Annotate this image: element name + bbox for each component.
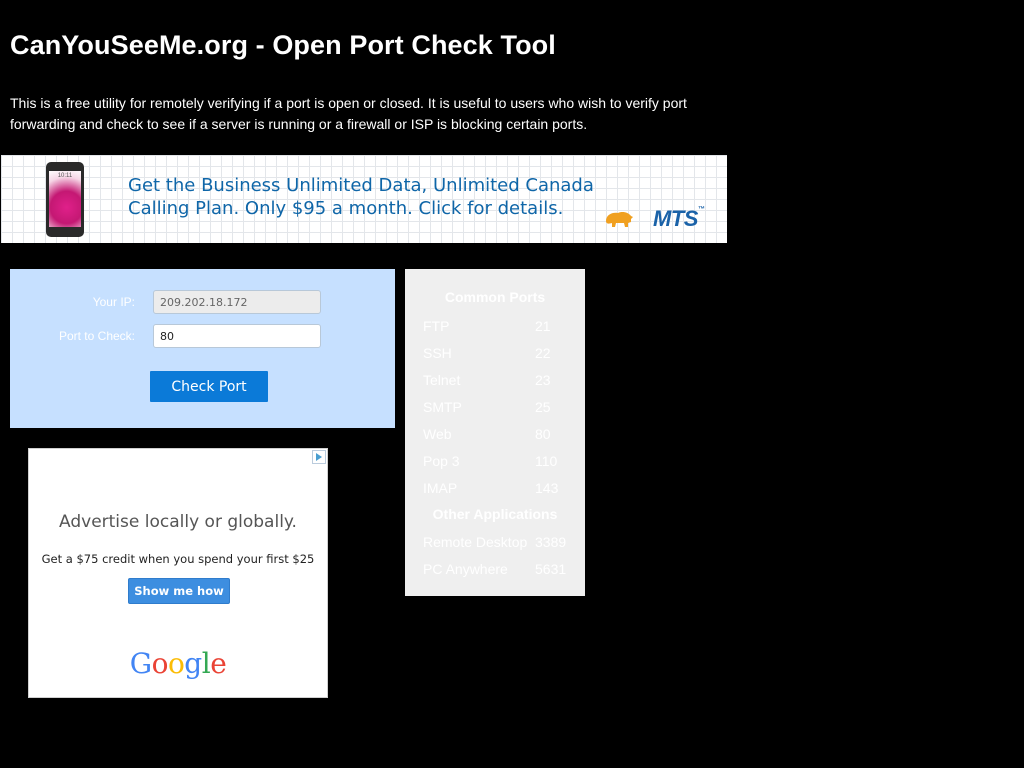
port-label: Port to Check:: [58, 329, 135, 343]
google-logo: Google: [129, 647, 227, 680]
port-row: Port to Check:: [10, 324, 395, 350]
port-input[interactable]: [153, 324, 321, 348]
page-title: CanYouSeeMe.org - Open Port Check Tool: [10, 30, 556, 60]
phone-image: 10:11: [46, 162, 84, 237]
port-number-telnet: 23: [535, 372, 551, 388]
ip-label: Your IP:: [92, 295, 135, 309]
port-name-ftp: FTP: [423, 318, 450, 334]
port-name-smtp: SMTP: [423, 399, 462, 415]
port-number-smtp: 25: [535, 399, 551, 415]
bison-logo: [606, 212, 633, 227]
port-name-ssh: SSH: [423, 345, 452, 361]
banner-ad-text: Get the Business Unlimited Data, Unlimit…: [128, 174, 594, 220]
banner-ad-line1: Get the Business Unlimited Data, Unlimit…: [128, 175, 594, 196]
banner-ad[interactable]: 10:11 Get the Business Unlimited Data, U…: [1, 155, 727, 243]
port-number-ssh: 22: [535, 345, 551, 361]
port-check-form: Your IP: Port to Check: Check Port: [10, 269, 395, 428]
port-name-remote-desktop: Remote Desktop: [423, 534, 528, 550]
banner-ad-line2: Calling Plan. Only $95 a month. Click fo…: [128, 198, 564, 219]
google-ad[interactable]: Advertise locally or globally. Get a $75…: [28, 448, 328, 698]
other-applications-heading: Other Applications: [432, 506, 558, 522]
show-me-how-button[interactable]: Show me how: [128, 578, 230, 604]
check-port-button[interactable]: Check Port: [150, 371, 268, 402]
port-number-web: 80: [535, 426, 551, 442]
ip-row: Your IP:: [10, 290, 395, 316]
port-number-pop3: 110: [535, 453, 558, 469]
port-number-imap: 143: [535, 480, 559, 496]
port-name-imap: IMAP: [423, 480, 458, 496]
adchoices-icon[interactable]: [312, 450, 326, 464]
google-ad-headline: Advertise locally or globally.: [59, 512, 297, 532]
common-ports-heading: Common Ports: [444, 289, 546, 305]
intro-text: This is a free utility for remotely veri…: [10, 95, 687, 132]
port-name-pop3: Pop 3: [423, 453, 460, 469]
google-ad-subtext: Get a $75 credit when you spend your fir…: [41, 552, 315, 566]
port-number-remote-desktop: 3389: [535, 534, 567, 550]
port-name-web: Web: [423, 426, 452, 442]
common-ports-panel: Common Ports FTP 21 SSH 22 Telnet 23 SMT…: [405, 269, 585, 596]
port-number-pc-anywhere: 5631: [535, 561, 567, 577]
ip-field[interactable]: [153, 290, 321, 314]
mts-brand: MTS: [653, 206, 698, 231]
port-name-telnet: Telnet: [423, 372, 461, 388]
mts-logo: MTS™: [653, 206, 705, 231]
port-number-ftp: 21: [535, 318, 551, 334]
port-name-pc-anywhere: PC Anywhere: [423, 561, 508, 577]
